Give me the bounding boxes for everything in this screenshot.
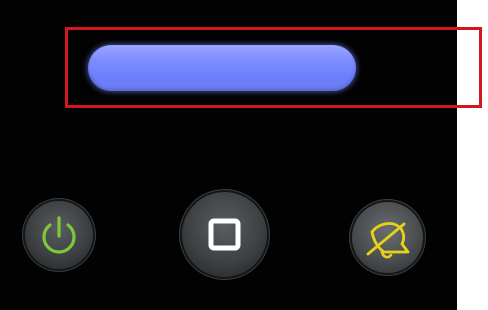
power-icon (42, 216, 76, 254)
stop-square-icon (208, 218, 241, 251)
power-button[interactable] (25, 201, 93, 269)
stop-button[interactable] (182, 192, 267, 277)
cancel-button[interactable] (352, 202, 423, 273)
cancel-bell-icon (366, 222, 410, 259)
status-light-highlight-frame (65, 27, 482, 108)
